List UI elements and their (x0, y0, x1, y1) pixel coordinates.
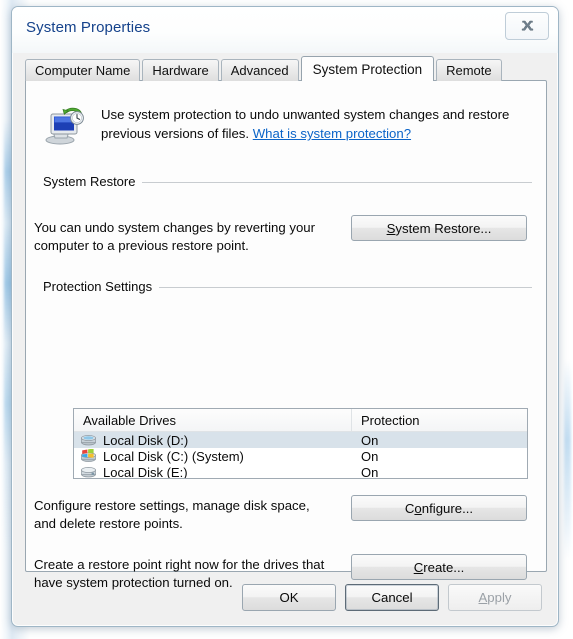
configure-description: Configure restore settings, manage disk … (34, 498, 310, 531)
tab-advanced[interactable]: Advanced (220, 59, 299, 81)
drive-name-label: Local Disk (C:) (System) (103, 448, 244, 464)
system-restore-button-label: System Restore... (386, 220, 492, 236)
create-description: Create a restore point right now for the… (34, 557, 325, 590)
system-restore-button[interactable]: System Restore... (351, 215, 527, 241)
available-drives-list[interactable]: Available Drives Protection Local Disk (… (73, 408, 528, 479)
drive-name-label: Local Disk (D:) (103, 432, 189, 448)
configure-button[interactable]: Configure... (351, 495, 527, 521)
column-header-available-drives[interactable]: Available Drives (74, 409, 352, 431)
column-header-protection[interactable]: Protection (352, 409, 527, 431)
drive-protection-cell: On (361, 464, 379, 479)
drive-name-cell: Local Disk (C:) (System) (74, 448, 352, 464)
drive-protection-cell: On (361, 432, 379, 448)
configure-button-label: Configure... (404, 500, 474, 516)
drive-protection-cell: On (361, 448, 379, 464)
drive-name-label: Local Disk (E:) (103, 464, 188, 479)
system-disk-windows-icon (80, 448, 97, 463)
table-row[interactable]: Local Disk (C:) (System) On (74, 448, 527, 464)
close-x-icon (521, 20, 533, 31)
tab-hardware[interactable]: Hardware (142, 59, 219, 81)
intro-section: Use system protection to undo unwanted s… (43, 103, 529, 146)
system-restore-group-title: System Restore (43, 174, 143, 189)
apply-button-label: Apply (478, 590, 512, 605)
system-protection-computer-icon (43, 104, 87, 146)
drives-list-header: Available Drives Protection (74, 409, 527, 432)
background-glow-right (564, 360, 571, 560)
tab-strip: Computer Name Hardware Advanced System P… (25, 56, 547, 81)
system-restore-description: You can undo system changes by reverting… (34, 220, 316, 253)
what-is-system-protection-link[interactable]: What is system protection? (253, 126, 411, 141)
tab-remote[interactable]: Remote (436, 59, 502, 81)
window-title: System Properties (26, 19, 151, 36)
close-button[interactable] (505, 12, 549, 40)
system-protection-tab-page: Use system protection to undo unwanted s… (25, 80, 547, 590)
hard-disk-icon (80, 433, 97, 447)
drive-name-cell: Local Disk (D:) (74, 433, 352, 448)
title-bar: System Properties (12, 7, 558, 53)
hard-disk-icon (80, 465, 97, 478)
cancel-button[interactable]: Cancel (345, 584, 439, 611)
table-row[interactable]: Local Disk (E:) On (74, 464, 527, 479)
protection-settings-group-title: Protection Settings (43, 279, 160, 294)
tab-system-protection[interactable]: System Protection (300, 56, 435, 81)
create-button-label: Create... (413, 559, 465, 575)
create-button[interactable]: Create... (351, 554, 527, 580)
tab-computer-name[interactable]: Computer Name (25, 59, 141, 81)
table-row[interactable]: Local Disk (D:) On (74, 432, 527, 448)
system-properties-dialog: System Properties Computer Name Hardware… (11, 6, 559, 627)
apply-button: Apply (448, 584, 542, 611)
drive-name-cell: Local Disk (E:) (74, 464, 352, 479)
intro-text: Use system protection to undo unwanted s… (101, 103, 529, 143)
